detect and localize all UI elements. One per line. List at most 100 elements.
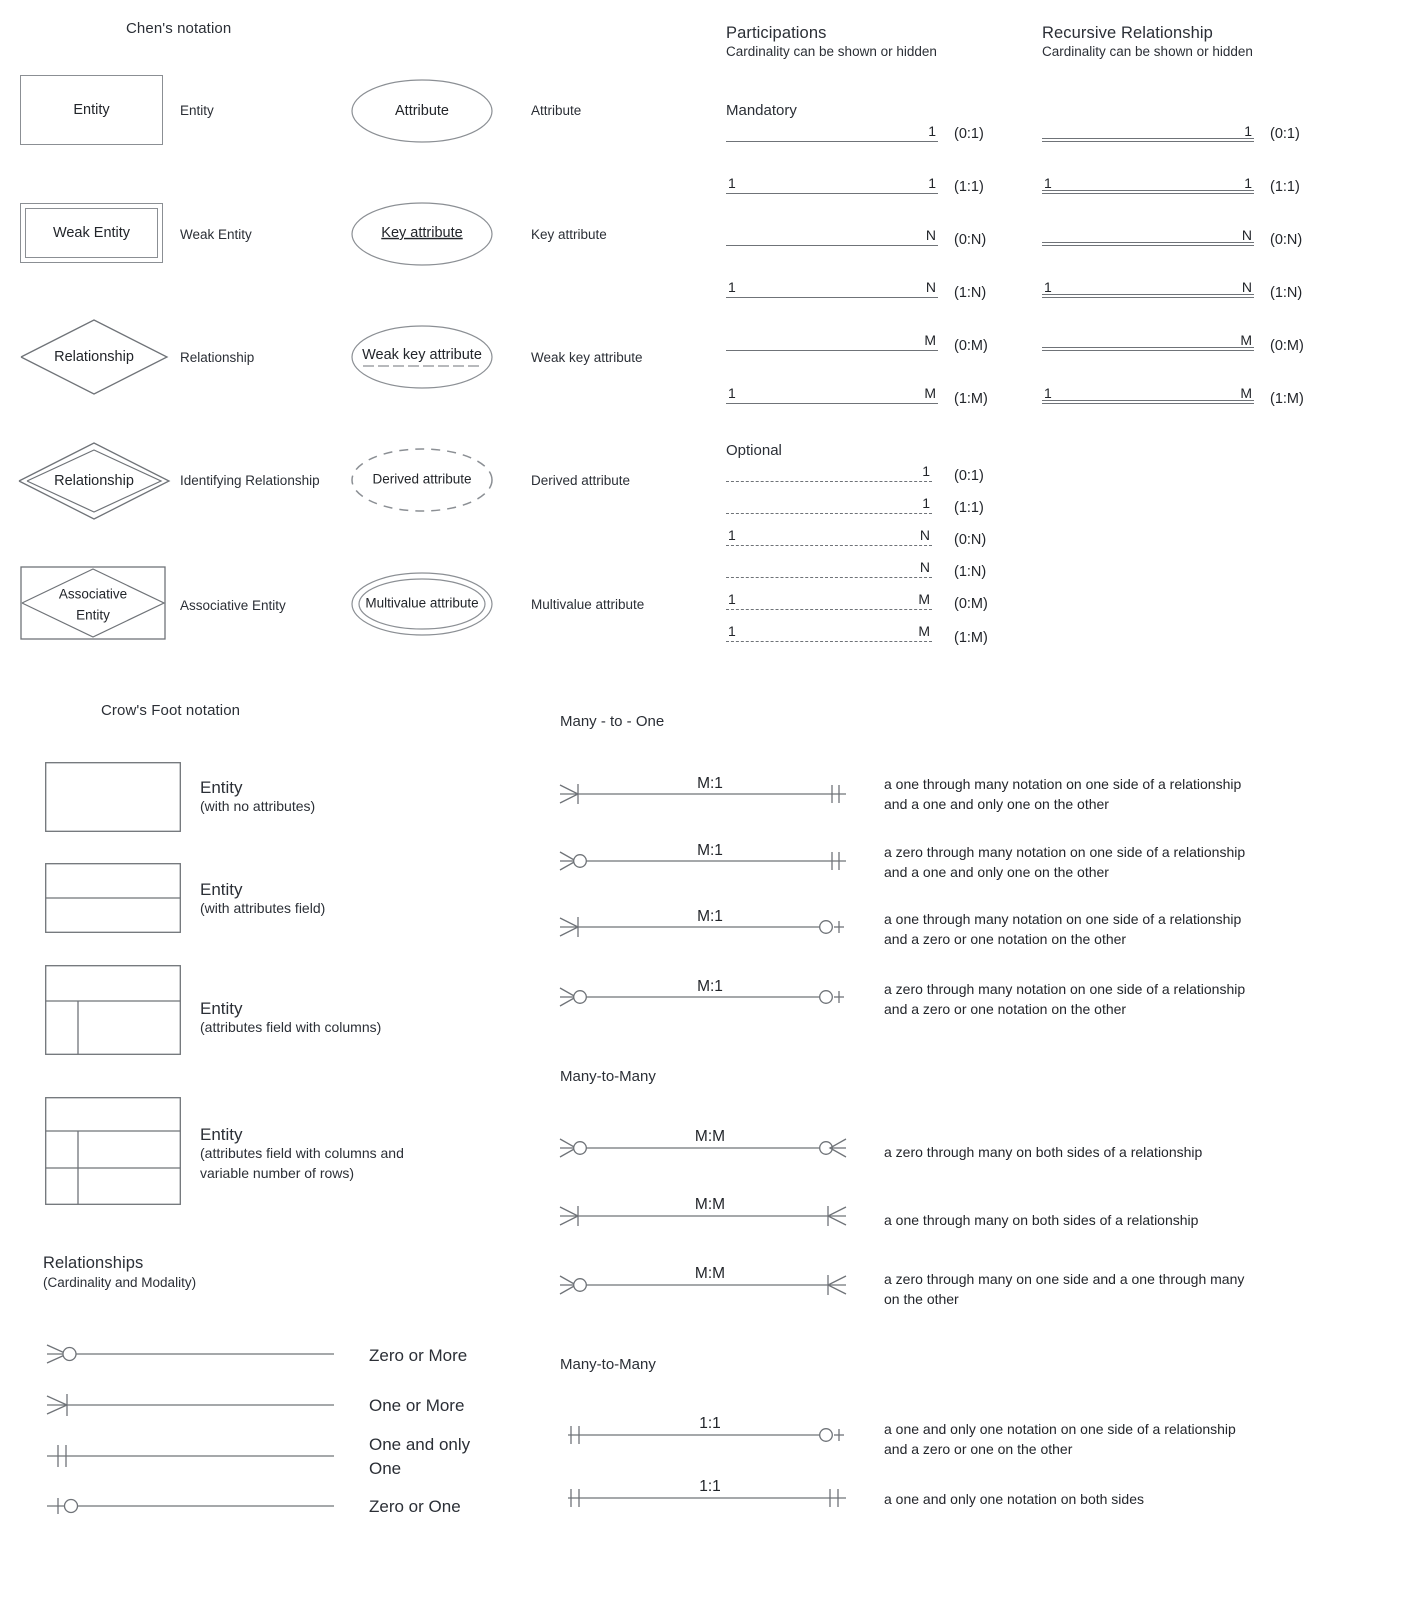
chen-shape-associative-entity: Associative Entity bbox=[20, 566, 166, 640]
relationship-line bbox=[726, 193, 938, 194]
many-to-many-connector-0 bbox=[559, 1138, 847, 1158]
participation-line-mandatory-5: 1 M bbox=[726, 374, 938, 404]
recursive-line-3: 1 N bbox=[1042, 268, 1254, 298]
one-to-one-title: Many-to-Many bbox=[560, 1356, 656, 1373]
many-to-many-desc-1: a one through many on both sides of a re… bbox=[884, 1212, 1199, 1228]
participation-line-mandatory-3: 1 N bbox=[726, 268, 938, 298]
chen-shape-associative-entity-line1: Associative bbox=[59, 587, 127, 602]
recursive-pair-4: (0:M) bbox=[1270, 338, 1304, 354]
cardinality-left: 1 bbox=[728, 385, 736, 401]
cardinality-left: 1 bbox=[1044, 175, 1052, 191]
participations-subtitle: Cardinality can be shown or hidden bbox=[726, 44, 937, 59]
chen-shape-attribute: Attribute bbox=[351, 79, 493, 143]
relationship-line-dashed bbox=[726, 577, 932, 578]
crowsfoot-entity-1-sub: (with attributes field) bbox=[200, 900, 326, 916]
chen-shape-derived-attribute-text: Derived attribute bbox=[372, 472, 471, 487]
chens-notation-title: Chen's notation bbox=[126, 20, 232, 37]
crowsfoot-entity-attributes-columns bbox=[45, 965, 181, 1055]
cardinality-right: N bbox=[925, 279, 936, 295]
chen-shape-relationship-text: Relationship bbox=[54, 349, 134, 365]
one-to-one-connector-0 bbox=[568, 1426, 844, 1444]
cardinality-right: N bbox=[925, 227, 936, 243]
cardinality-right: N bbox=[919, 527, 930, 543]
participation-pair-mandatory-5: (1:M) bbox=[954, 391, 988, 407]
participation-line-optional-5: 1 M bbox=[726, 612, 932, 642]
relationship-line-dashed bbox=[726, 513, 932, 514]
crowsfoot-symbol-one-or-more bbox=[46, 1394, 334, 1416]
many-to-many-connector-2 bbox=[559, 1275, 847, 1295]
many-to-one-connector-0 bbox=[559, 784, 846, 804]
cardinality-right: 1 bbox=[928, 175, 936, 191]
cardinality-right: M bbox=[924, 385, 936, 401]
recursive-line-0: 1 bbox=[1042, 112, 1254, 142]
participation-line-mandatory-4: M bbox=[726, 321, 938, 351]
cardinality-right: M bbox=[1240, 385, 1252, 401]
relationship-line bbox=[726, 245, 938, 246]
participation-pair-optional-5: (1:M) bbox=[954, 630, 988, 646]
modality-label-one-and-only-one: One and only One bbox=[369, 1435, 471, 1479]
cardinality-right: 1 bbox=[1244, 175, 1252, 191]
chen-shape-multivalue-attribute: Multivalue attribute bbox=[351, 572, 493, 636]
participation-line-optional-3: N bbox=[726, 548, 932, 578]
cardinality-right: M bbox=[918, 623, 930, 639]
modality-label-zero-or-one: Zero or One bbox=[369, 1497, 461, 1516]
modality-label-zero-or-more: Zero or More bbox=[369, 1346, 468, 1365]
many-to-one-desc-3: a zero through many notation on one side… bbox=[884, 981, 1246, 1017]
participation-line-optional-4: 1 M bbox=[726, 580, 932, 610]
participation-line-optional-1: 1 bbox=[726, 484, 932, 514]
chen-label-multivalue-attribute: Multivalue attribute bbox=[531, 597, 645, 612]
chen-shape-entity: Entity bbox=[20, 75, 163, 145]
cardinality-left: 1 bbox=[1044, 279, 1052, 295]
chen-label-relationship: Relationship bbox=[180, 350, 255, 365]
relationship-line-double bbox=[1042, 400, 1254, 404]
recursive-pair-0: (0:1) bbox=[1270, 126, 1300, 142]
participation-pair-mandatory-0: (0:1) bbox=[954, 126, 984, 142]
chen-label-associative-entity: Associative Entity bbox=[180, 598, 286, 613]
chen-shape-key-attribute: Key attribute bbox=[351, 202, 493, 266]
cardinality-left: 1 bbox=[728, 623, 736, 639]
participation-pair-optional-1: (1:1) bbox=[954, 500, 984, 516]
many-to-one-desc-2: a one through many notation on one side … bbox=[884, 911, 1242, 947]
participation-pair-mandatory-4: (0:M) bbox=[954, 338, 988, 354]
crowsfoot-entity-no-attributes bbox=[45, 762, 181, 832]
recursive-relationship-title: Recursive Relationship bbox=[1042, 24, 1213, 42]
chen-label-key-attribute: Key attribute bbox=[531, 227, 607, 242]
many-to-one-title: Many - to - One bbox=[560, 713, 665, 730]
relationship-line bbox=[726, 297, 938, 298]
recursive-pair-2: (0:N) bbox=[1270, 232, 1303, 248]
many-to-one-connector-2 bbox=[559, 917, 844, 937]
chen-shape-attribute-text: Attribute bbox=[395, 103, 449, 119]
cardinality-left: 1 bbox=[728, 175, 736, 191]
recursive-pair-1: (1:1) bbox=[1270, 179, 1300, 195]
chen-shape-identifying-relationship: Relationship bbox=[18, 442, 171, 520]
crowsfoot-entity-0-sub: (with no attributes) bbox=[200, 798, 316, 814]
chen-label-attribute: Attribute bbox=[531, 103, 582, 118]
chen-label-weak-key-attribute: Weak key attribute bbox=[531, 350, 643, 365]
relationship-line-double bbox=[1042, 242, 1254, 246]
cardinality-right: N bbox=[1241, 279, 1252, 295]
recursive-pair-3: (1:N) bbox=[1270, 285, 1303, 301]
chen-shape-identifying-relationship-text: Relationship bbox=[54, 473, 134, 489]
chen-shape-weak-entity: Weak Entity bbox=[20, 203, 163, 263]
many-to-one-desc-0: a one through many notation on one side … bbox=[884, 776, 1242, 812]
participation-pair-optional-0: (0:1) bbox=[954, 468, 984, 484]
many-to-one-connector-3 bbox=[559, 987, 844, 1007]
relationship-line-double bbox=[1042, 347, 1254, 351]
relationship-line-dashed bbox=[726, 545, 932, 546]
cardinality-right: M bbox=[918, 591, 930, 607]
cardinality-right: 1 bbox=[922, 495, 930, 511]
chen-shape-weak-entity-inner: Weak Entity bbox=[25, 208, 158, 258]
participation-line-mandatory-2: N bbox=[726, 216, 938, 246]
relationships-title: Relationships bbox=[43, 1254, 144, 1272]
crowsfoot-entity-attributes-columns-rows bbox=[45, 1097, 181, 1205]
crowsfoot-symbol-zero-or-one bbox=[47, 1498, 334, 1514]
chen-shape-weak-key-attribute-text: Weak key attribute bbox=[362, 347, 482, 363]
chen-label-weak-entity: Weak Entity bbox=[180, 227, 252, 242]
recursive-line-5: 1 M bbox=[1042, 374, 1254, 404]
relationship-line-dashed bbox=[726, 609, 932, 610]
crows-foot-notation-title: Crow's Foot notation bbox=[101, 702, 241, 719]
chen-label-entity: Entity bbox=[180, 103, 214, 118]
cardinality-right: 1 bbox=[922, 463, 930, 479]
many-to-one-connector-1 bbox=[559, 851, 846, 871]
chen-shape-weak-key-attribute: Weak key attribute bbox=[351, 325, 493, 389]
